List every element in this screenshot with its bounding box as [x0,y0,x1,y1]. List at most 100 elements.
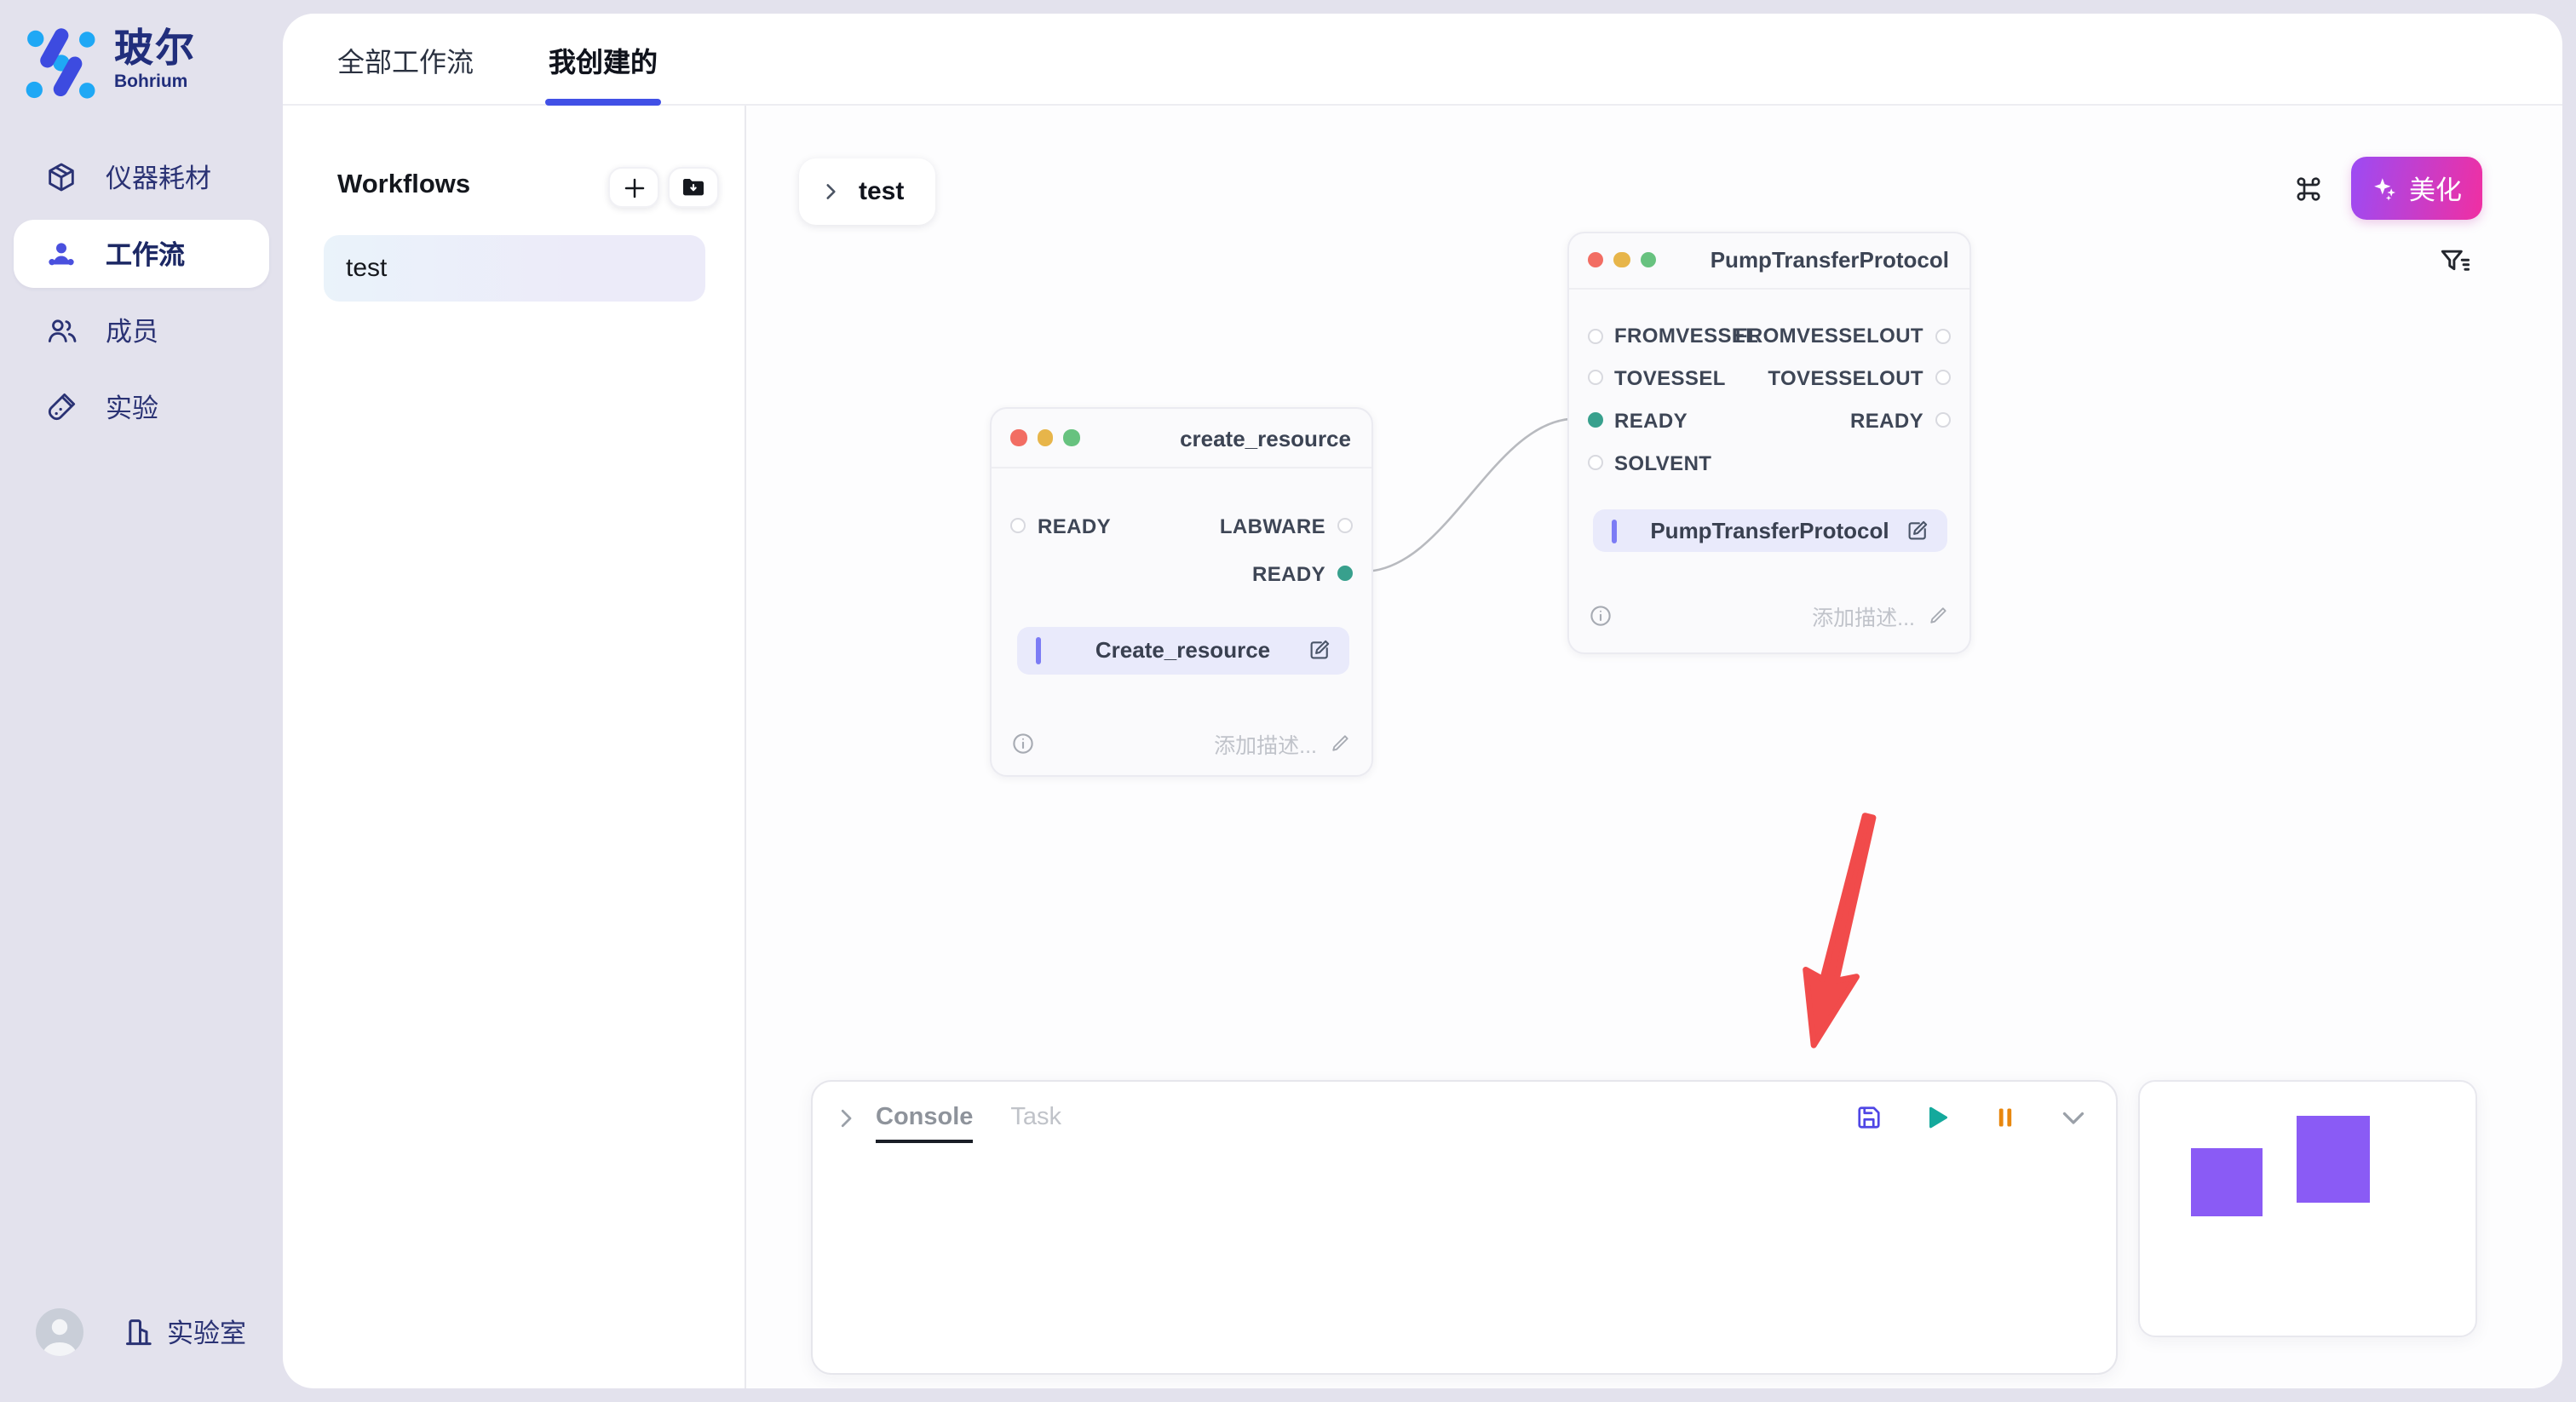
port-handle[interactable] [1587,371,1602,386]
console-actions [1854,1102,2089,1133]
building-icon [121,1315,155,1349]
sidebar-item-label: 仪器耗材 [106,158,211,196]
console-tab-label: Console [876,1104,973,1131]
port-handle[interactable] [1935,413,1951,428]
pill-accent-bar [1036,637,1041,664]
port-output-ready[interactable]: READY [1850,409,1951,433]
filter-button[interactable] [2436,244,2474,281]
person-icon [36,1308,83,1356]
save-icon[interactable] [1854,1102,1884,1133]
description-text: 添加描述... [1812,599,1915,631]
port-label: READY [1038,514,1111,537]
task-tab[interactable]: Task [1010,1082,1061,1153]
app-name: 玻尔 [114,27,196,71]
sidebar-item-label: 工作流 [106,235,185,273]
traffic-dots [1587,252,1656,268]
port-output-tovesselout[interactable]: TOVESSELOUT [1768,366,1951,390]
port-input-solvent[interactable]: SOLVENT [1587,451,1711,475]
command-palette-button[interactable] [2290,170,2327,208]
node-action-pump-transfer[interactable]: PumpTransferProtocol [1592,510,1947,553]
node-footer: 添加描述... [1010,727,1353,759]
pause-icon[interactable] [1990,1102,2021,1133]
description-placeholder[interactable]: 添加描述... [1812,599,1951,631]
console-panel: Console Task [811,1080,2118,1375]
flow-canvas[interactable]: test 美化 [746,106,2562,1388]
add-workflow-button[interactable] [608,167,659,208]
node-create-resource[interactable]: create_resource READY LABWARE READY Crea… [990,407,1373,776]
port-handle[interactable] [1337,518,1353,533]
port-handle[interactable] [1010,518,1026,533]
workflow-name: test [346,254,387,283]
port-label: SOLVENT [1614,451,1711,475]
sidebar-item-workflows[interactable]: 工作流 [14,220,269,288]
bohrium-logo-icon [26,27,97,99]
avatar[interactable] [36,1308,83,1356]
port-label: LABWARE [1220,514,1325,537]
port-input-tovessel[interactable]: TOVESSEL [1587,366,1726,390]
edit-icon[interactable] [1905,519,1930,544]
port-handle[interactable] [1935,328,1951,343]
port-label: READY [1850,409,1923,433]
dot-yellow [1613,252,1630,268]
sidebar-footer: 实验室 [36,1308,246,1356]
chevron-right-icon [819,181,842,203]
minimap-node-pump-transfer [2297,1115,2370,1202]
chevron-right-icon[interactable] [833,1105,859,1130]
port-handle-connected[interactable] [1587,413,1602,428]
app-root: 玻尔 Bohrium 仪器耗材 工作流 [0,0,2576,1402]
minimap[interactable] [2138,1080,2477,1337]
logo[interactable]: 玻尔 Bohrium [26,27,196,99]
port-input-fromvessel[interactable]: FROMVESSEL [1587,324,1758,348]
sidebar-item-members[interactable]: 成员 [14,296,269,365]
action-label: PumpTransferProtocol [1650,519,1889,544]
port-output-labware[interactable]: LABWARE [1220,514,1353,537]
edit-icon[interactable] [1306,638,1331,664]
workspace-switcher[interactable]: 实验室 [121,1313,246,1351]
port-handle[interactable] [1935,371,1951,386]
dot-green [1063,430,1079,446]
tab-all-workflows[interactable]: 全部工作流 [337,13,474,105]
tab-label: 我创建的 [549,38,658,79]
filter-funnel-icon [2436,244,2474,281]
port-handle-connected[interactable] [1337,566,1353,581]
tab-created-by-me[interactable]: 我创建的 [549,13,658,105]
dot-red [1010,430,1026,446]
node-pump-transfer-protocol[interactable]: PumpTransferProtocol FROMVESSEL TOVESSEL… [1567,231,1971,653]
edge-create-to-pump [1363,419,1576,572]
port-label: READY [1252,561,1325,585]
console-tab[interactable]: Console [876,1082,973,1153]
port-output-fromvesselout[interactable]: FROMVESSELOUT [1735,324,1951,348]
action-label: Create_resource [1095,638,1270,664]
test-tube-icon [44,390,78,424]
port-output-ready[interactable]: READY [1252,561,1353,585]
dot-red [1587,252,1603,268]
command-icon [2291,172,2326,206]
console-header: Console Task [813,1082,2116,1153]
info-icon[interactable] [1010,730,1036,756]
breadcrumb[interactable]: test [799,158,935,225]
import-folder-button[interactable] [667,167,718,208]
sidebar: 玻尔 Bohrium 仪器耗材 工作流 [0,0,283,1402]
traffic-dots [1010,430,1079,446]
port-handle[interactable] [1587,456,1602,471]
minimap-node-create-resource [2191,1147,2262,1216]
port-handle[interactable] [1587,328,1602,343]
node-action-create-resource[interactable]: Create_resource [1017,626,1348,675]
run-icon[interactable] [1922,1102,1952,1133]
beautify-button[interactable]: 美化 [2351,157,2482,220]
port-input-ready[interactable]: READY [1010,514,1111,537]
port-input-ready[interactable]: READY [1587,409,1688,433]
collapse-chevron-down-icon[interactable] [2058,1102,2089,1133]
breadcrumb-label: test [859,177,904,206]
sidebar-item-label: 成员 [106,312,158,349]
port-label: TOVESSEL [1614,366,1726,390]
port-label: READY [1614,409,1688,433]
description-placeholder[interactable]: 添加描述... [1214,727,1353,759]
main-panel: 全部工作流 我创建的 Workflows test [283,14,2562,1388]
sidebar-item-experiments[interactable]: 实验 [14,373,269,441]
workflow-list-item[interactable]: test [324,235,705,302]
sidebar-item-instruments[interactable]: 仪器耗材 [14,143,269,211]
dot-green [1640,252,1656,268]
info-icon[interactable] [1587,602,1613,628]
package-icon [44,160,78,194]
